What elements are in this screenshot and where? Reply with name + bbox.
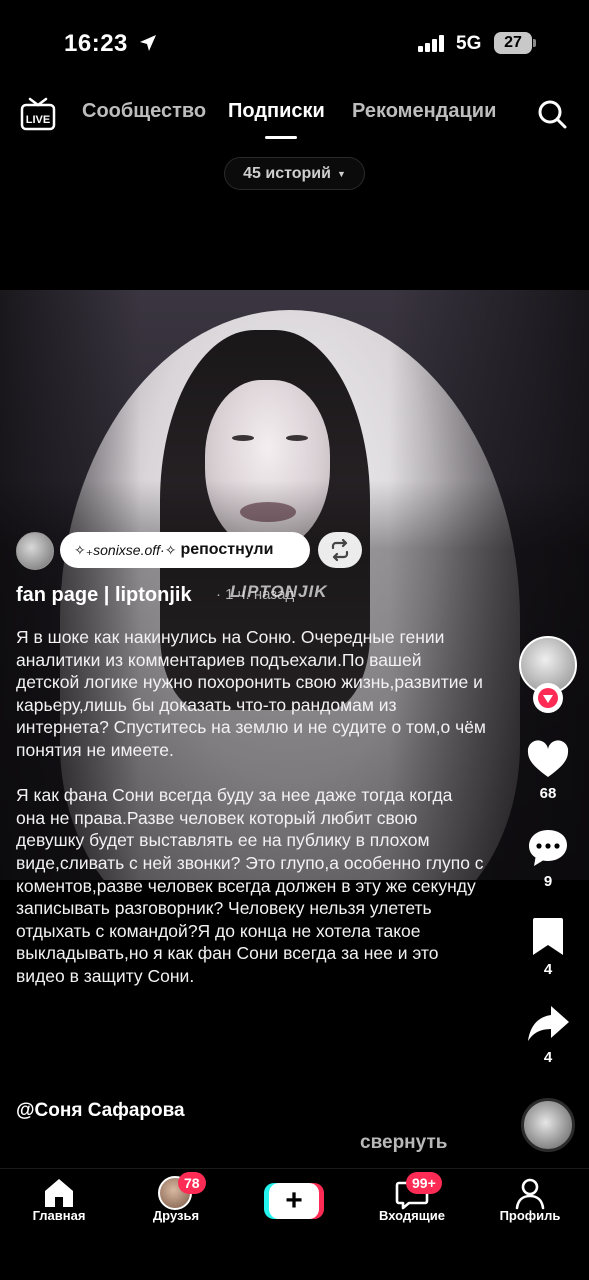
author-name[interactable]: fan page | liptonjik: [16, 584, 192, 607]
live-label: LIVE: [26, 114, 50, 126]
active-tab-indicator: [265, 136, 297, 139]
live-icon[interactable]: LIVE: [18, 95, 58, 131]
caption-paragraph: Я как фана Сони всегда буду за нее даже …: [16, 785, 489, 986]
network-type: 5G: [456, 33, 482, 54]
stories-count: 45 историй: [243, 164, 331, 182]
plus-icon: +: [269, 1183, 319, 1219]
heart-icon[interactable]: [526, 738, 570, 782]
collapse-button[interactable]: свернуть: [360, 1132, 447, 1154]
repost-button[interactable]: [318, 532, 362, 568]
video-caption: Я в шоке как накинулись на Соню. Очередн…: [16, 626, 486, 988]
author-meta: · 1 ч. назад LIPTONJIK: [216, 582, 326, 604]
battery-icon: 27: [494, 32, 532, 54]
like-count: 68: [539, 785, 557, 802]
create-button[interactable]: +: [264, 1183, 324, 1219]
nav-profile[interactable]: Профиль: [480, 1208, 580, 1223]
repost-arrow-icon: [538, 688, 558, 708]
status-time: 16:23: [64, 30, 128, 57]
nav-home[interactable]: Главная: [9, 1208, 109, 1223]
stories-button[interactable]: 45 историй ▼: [224, 157, 365, 190]
tab-following[interactable]: Подписки: [228, 100, 325, 123]
nav-friends[interactable]: Друзья: [126, 1208, 226, 1223]
comment-icon[interactable]: [526, 826, 570, 870]
mention-link[interactable]: @Соня Сафарова: [16, 1100, 185, 1122]
repost-icon: [331, 539, 349, 561]
tab-community[interactable]: Сообщество: [82, 100, 206, 123]
repost-pill[interactable]: ✧₊sonixse.off·✧ репостнули: [60, 532, 310, 568]
status-bar: 16:23 5G 27: [0, 0, 589, 80]
comment-count: 9: [543, 873, 553, 890]
repost-label: репостнули: [180, 541, 274, 558]
location-arrow-icon: [140, 35, 156, 51]
search-icon[interactable]: [536, 98, 568, 130]
tab-recommendations[interactable]: Рекомендации: [352, 100, 496, 123]
video-watermark: LIPTONJIK: [230, 582, 328, 601]
reposter-handle: ✧₊sonixse.off·✧: [74, 541, 177, 558]
chevron-down-icon: ▼: [336, 168, 346, 179]
share-count: 4: [543, 1049, 553, 1066]
profile-icon[interactable]: [513, 1176, 547, 1210]
follow-button[interactable]: [533, 683, 563, 713]
video-subject-eye: [232, 435, 254, 441]
share-icon[interactable]: [526, 1002, 570, 1046]
friends-badge: 78: [178, 1172, 206, 1194]
signal-icon: [418, 34, 448, 52]
caption-paragraph: Я в шоке как накинулись на Соню. Очередн…: [16, 627, 486, 760]
save-count: 4: [543, 961, 553, 978]
bookmark-icon[interactable]: [526, 914, 570, 958]
inbox-badge: 99+: [406, 1172, 442, 1194]
nav-inbox[interactable]: Входящие: [362, 1208, 462, 1223]
battery-tip: [533, 39, 536, 47]
video-subject-eye: [286, 435, 308, 441]
music-disc[interactable]: [521, 1098, 575, 1152]
reposter-avatar[interactable]: [16, 532, 54, 570]
home-icon[interactable]: [42, 1176, 76, 1210]
